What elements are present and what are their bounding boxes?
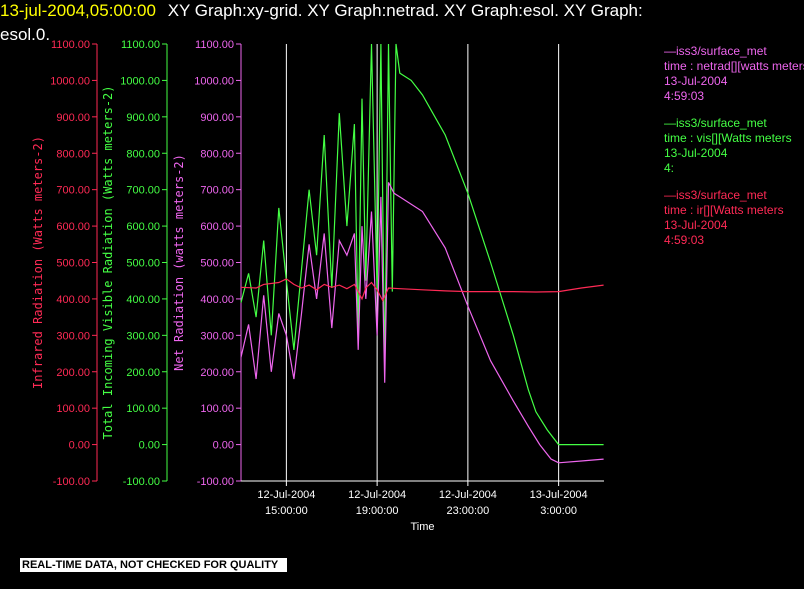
vis-y-tick-label: 800.00: [126, 148, 160, 160]
vis-y-tick-label: 200.00: [126, 367, 160, 379]
legend-entry-ir: —iss3/surface_met time : ir[][Watts mete…: [664, 188, 804, 248]
ir-y-tick-label: 800.00: [56, 148, 90, 160]
vis-y-tick-label: 100.00: [126, 403, 160, 415]
ir-y-tick-label: 600.00: [56, 221, 90, 233]
ir-y-tick-label: 500.00: [56, 258, 90, 270]
vis-y-axis-label: Total Incoming Visible Radiation (Watts …: [101, 85, 115, 439]
legend-desc: time : netrad[][watts meters: [664, 59, 804, 73]
x-tick-label-date: 13-Jul-2004: [530, 489, 588, 501]
net-y-tick-label: 300.00: [200, 330, 234, 342]
x-tick-label-time: 19:00:00: [356, 505, 399, 517]
net-y-tick-label: 1100.00: [195, 39, 234, 51]
legend-time: 4:: [664, 161, 675, 175]
vis-y-tick-label: 1000.00: [120, 75, 160, 87]
net-y-tick-label: 800.00: [200, 148, 234, 160]
x-tick-label-date: 12-Jul-2004: [257, 489, 315, 501]
net-y-tick-label: 1000.00: [194, 75, 234, 87]
legend-entry-netrad: —iss3/surface_met time : netrad[][watts …: [664, 44, 804, 104]
vis-series-line: [240, 43, 604, 446]
ir-y-tick-label: 700.00: [56, 185, 90, 197]
net-y-tick-label: 500.00: [200, 258, 234, 270]
ir-y-tick-label: 200.00: [56, 367, 90, 379]
net-y-tick-label: 200.00: [200, 367, 234, 379]
legend-desc: time : vis[][Watts meters: [664, 131, 792, 145]
vis-y-tick-label: 500.00: [126, 258, 160, 270]
legend-time: 4:59:03: [664, 89, 705, 103]
legend-date: 13-Jul-2004: [664, 218, 728, 232]
net-y-tick-label: 600.00: [200, 221, 234, 233]
vis-y-tick-label: 400.00: [126, 294, 160, 306]
ir-y-tick-label: 1000.00: [50, 75, 90, 87]
net-y-tick-label: 0.00: [213, 440, 234, 452]
legend-date: 13-Jul-2004: [664, 74, 728, 88]
net-y-tick-label: 400.00: [200, 294, 234, 306]
ir-y-tick-label: 100.00: [56, 403, 90, 415]
legend-entry-vis: —iss3/surface_met time : vis[][Watts met…: [664, 116, 804, 176]
ir-y-tick-label: 0.00: [69, 440, 90, 452]
legend-source: —iss3/surface_met: [664, 44, 767, 58]
quality-notice: REAL-TIME DATA, NOT CHECKED FOR QUALITY: [20, 558, 288, 572]
ir-y-tick-label: 900.00: [56, 112, 90, 124]
vis-y-tick-label: 600.00: [126, 221, 160, 233]
vis-y-tick-label: 700.00: [126, 185, 160, 197]
ir-y-tick-label: 400.00: [56, 294, 90, 306]
vis-y-tick-label: 0.00: [139, 440, 160, 452]
ir-y-tick-label: 300.00: [56, 330, 90, 342]
x-axis-label: Time: [410, 521, 434, 533]
vis-y-tick-label: 1100.00: [121, 39, 160, 51]
vis-y-tick-label: 900.00: [126, 112, 160, 124]
x-tick-label-time: 3:00:00: [540, 505, 577, 517]
vis-y-tick-label: -100.00: [123, 476, 160, 488]
ir-y-axis-label: Infrared Radiation (Watts meters-2): [31, 136, 45, 389]
x-tick-label-time: 15:00:00: [265, 505, 308, 517]
x-tick-label-date: 12-Jul-2004: [348, 489, 406, 501]
net-y-tick-label: -100.00: [197, 476, 234, 488]
legend-date: 13-Jul-2004: [664, 146, 728, 160]
ir-y-tick-label: 1100.00: [51, 39, 90, 51]
legend-time: 4:59:03: [664, 233, 705, 247]
net-y-axis-label: Net Radiation (watts meters-2): [172, 154, 186, 371]
net-y-tick-label: 900.00: [200, 112, 234, 124]
legend-source: —iss3/surface_met: [664, 188, 767, 202]
ir-series-line: [240, 278, 604, 303]
vis-y-tick-label: 300.00: [126, 330, 160, 342]
net-y-tick-label: 700.00: [200, 185, 234, 197]
ir-y-tick-label: -100.00: [53, 476, 90, 488]
legend-desc: time : ir[][Watts meters: [664, 203, 784, 217]
x-tick-label-time: 23:00:00: [446, 505, 489, 517]
legend-source: —iss3/surface_met: [664, 116, 767, 130]
x-tick-label-date: 12-Jul-2004: [439, 489, 497, 501]
net-series-line: [240, 182, 604, 464]
net-y-tick-label: 100.00: [200, 403, 234, 415]
